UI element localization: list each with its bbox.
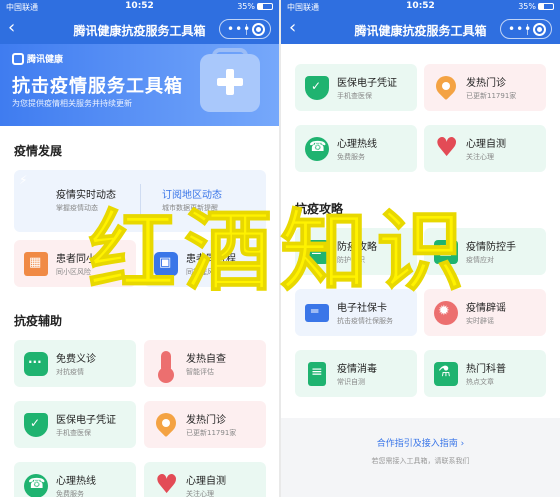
card-subtitle: 手机查医保 [337, 92, 372, 100]
card-title: 免费义诊 [56, 354, 96, 365]
card-title: 发热门诊 [186, 415, 226, 426]
card-title: 医保电子凭证 [337, 78, 397, 89]
card-title: 心理自测 [466, 139, 506, 150]
banner-subtitle: 为您提供疫情相关服务并持续更新 [12, 99, 132, 108]
status-bar: 中国联通 10:52 35% [0, 0, 279, 14]
medical-insurance-button[interactable]: 医保电子凭证 手机查医保 [14, 401, 136, 448]
watermark-overlay: 红酒知识 [87, 200, 472, 303]
chat-icon [24, 352, 48, 376]
shield-check-icon [305, 76, 329, 100]
section-title-development: 疫情发展 [14, 144, 63, 158]
card-title: 热门科普 [466, 364, 506, 375]
capsule-divider [527, 24, 528, 35]
location-pin-icon [431, 71, 461, 101]
card-title: 发热自查 [186, 354, 226, 365]
realtime-title: 疫情实时动态 [56, 190, 116, 201]
battery-indicator: 35% [237, 2, 273, 11]
section-title-assist: 抗疫辅助 [14, 314, 63, 328]
target-icon[interactable] [252, 23, 265, 36]
target-icon[interactable] [533, 23, 546, 36]
brand-logo: 腾讯健康 [12, 52, 63, 65]
card-subtitle: 对抗疫情 [56, 368, 84, 376]
battery-indicator: 35% [518, 2, 554, 11]
capsule-divider [246, 24, 247, 35]
card-subtitle: 抗击疫情社保服务 [337, 317, 393, 325]
heartbeat-icon [154, 470, 178, 497]
card-subtitle: 手机查医保 [56, 429, 91, 437]
footer-note: 若您需接入工具箱，请联系我们 [371, 457, 470, 465]
card-title: 发热门诊 [466, 78, 506, 89]
more-dots-icon[interactable]: ••• [508, 21, 532, 37]
tool-list: 疫情发展 疫情实时动态 掌握疫情动态 订阅地区动态 城市数据更新提醒 患者同小区… [0, 126, 279, 497]
battery-percent: 35% [237, 2, 255, 11]
chevron-right-icon: › [460, 439, 465, 449]
battery-percent: 35% [518, 2, 536, 11]
popular-science-button[interactable]: 热门科普 热点文章 [424, 350, 546, 397]
disinfection-button[interactable]: 疫情消毒 常识自测 [295, 350, 417, 397]
phone-icon [24, 474, 48, 497]
psych-test-button[interactable]: 心理自测 关注心理 [144, 462, 266, 497]
medical-insurance-button[interactable]: 医保电子凭证 手机查医保 [295, 64, 417, 111]
subscribe-title: 订阅地区动态 [162, 190, 222, 201]
partner-guide-label: 合作指引及接入指南 [376, 439, 458, 449]
mini-program-capsule: ••• [219, 19, 271, 39]
nav-bar: ‹ 腾讯健康抗疫服务工具箱 ••• [0, 14, 279, 44]
clipboard-icon [308, 362, 326, 386]
phone-icon [305, 137, 329, 161]
card-title: 心理自测 [186, 476, 226, 487]
shield-check-icon [24, 413, 48, 437]
footer: 合作指引及接入指南 › 若您需接入工具箱，请联系我们 [281, 418, 560, 497]
fever-clinic-button[interactable]: 发热门诊 已更新11791家 [424, 64, 546, 111]
card-subtitle: 实时辟谣 [466, 317, 494, 325]
location-pin-icon [151, 408, 181, 438]
battery-icon [257, 3, 273, 10]
card-title: 医保电子凭证 [56, 415, 116, 426]
thermometer-icon [158, 351, 174, 383]
mini-program-capsule: ••• [500, 19, 552, 39]
partner-guide-link[interactable]: 合作指引及接入指南 › [281, 436, 560, 449]
heartbeat-icon [434, 133, 458, 163]
free-consult-button[interactable]: 免费义诊 对抗疫情 [14, 340, 136, 387]
card-subtitle: 免费服务 [337, 153, 365, 161]
card-subtitle: 关注心理 [186, 490, 214, 497]
card-subtitle: 热点文章 [466, 378, 494, 386]
card-subtitle: 智能评估 [186, 368, 214, 376]
card-subtitle: 已更新11791家 [466, 92, 517, 100]
virus-icon [434, 301, 458, 325]
nav-bar: ‹ 腾讯健康抗疫服务工具箱 ••• [281, 14, 560, 44]
psych-hotline-button[interactable]: 心理热线 免费服务 [295, 125, 417, 172]
plus-icon [12, 53, 24, 65]
fever-clinic-button[interactable]: 发热门诊 已更新11791家 [144, 401, 266, 448]
battery-icon [538, 3, 554, 10]
card-title: 疫情消毒 [337, 364, 377, 375]
card-subtitle: 常识自测 [337, 378, 365, 386]
card-subtitle: 关注心理 [466, 153, 494, 161]
psych-hotline-button[interactable]: 心理热线 免费服务 [14, 462, 136, 497]
brand-name: 腾讯健康 [27, 55, 64, 65]
card-title: 心理热线 [337, 139, 377, 150]
banner-headline: 抗击疫情服务工具箱 [12, 76, 183, 97]
more-dots-icon[interactable]: ••• [227, 21, 251, 37]
medkit-cross-icon [226, 69, 234, 95]
fever-check-button[interactable]: 发热自查 智能评估 [144, 340, 266, 387]
card-subtitle: 免费服务 [56, 490, 84, 497]
card-subtitle: 已更新11791家 [186, 429, 237, 437]
card-title: 心理热线 [56, 476, 96, 487]
psych-test-button[interactable]: 心理自测 关注心理 [424, 125, 546, 172]
flask-icon [434, 362, 458, 386]
hero-banner: 腾讯健康 抗击疫情服务工具箱 为您提供疫情相关服务并持续更新 [0, 44, 279, 126]
status-bar: 中国联通 10:52 35% [281, 0, 560, 14]
id-card-icon [305, 304, 329, 322]
